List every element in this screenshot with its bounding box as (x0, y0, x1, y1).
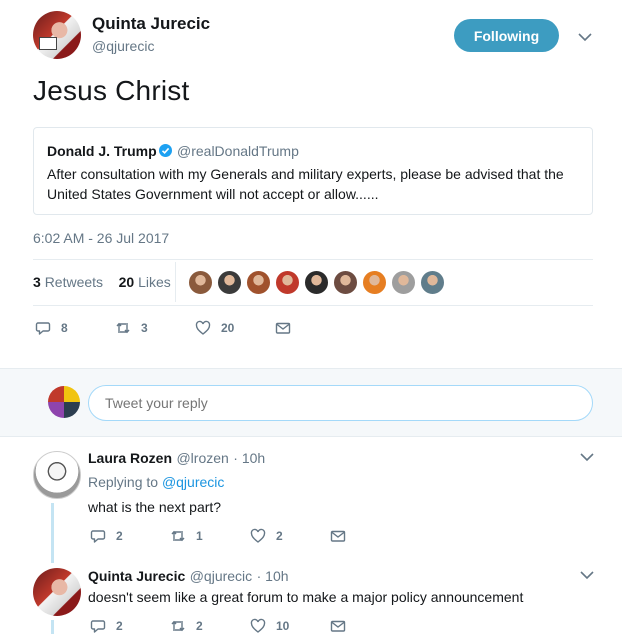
reply-time[interactable]: · 10h (257, 568, 289, 584)
reply-text: what is the next part? (88, 499, 222, 515)
reply-action[interactable]: 8 (35, 320, 68, 336)
reply-author-handle[interactable]: @lrozen (176, 450, 228, 466)
tweet-timestamp[interactable]: 6:02 AM - 26 Jul 2017 (33, 230, 169, 246)
envelope-icon (330, 618, 356, 634)
retweet-stat[interactable]: 3 Retweets (33, 274, 103, 290)
replying-to: Replying to @qjurecic (88, 474, 225, 490)
current-user-avatar (48, 386, 80, 418)
dm-action[interactable] (275, 320, 301, 336)
liker-avatar[interactable] (362, 270, 387, 295)
liker-avatar[interactable] (333, 270, 358, 295)
like-action[interactable]: 2 (250, 528, 283, 544)
reply-composer (0, 368, 622, 437)
envelope-icon (330, 528, 356, 544)
chevron-down-icon[interactable] (580, 452, 594, 462)
thread-line (51, 503, 54, 563)
reply-author-avatar[interactable] (33, 451, 81, 499)
divider (33, 305, 593, 306)
reply-author-avatar[interactable] (33, 568, 81, 616)
stats-divider (175, 262, 176, 302)
replying-to-link[interactable]: @qjurecic (162, 474, 224, 490)
retweet-icon (115, 320, 141, 336)
verified-badge-icon (159, 144, 172, 157)
retweet-action[interactable]: 3 (115, 320, 148, 336)
reply-time[interactable]: · 10h (233, 450, 265, 466)
liker-avatar[interactable] (217, 270, 242, 295)
liker-avatar[interactable] (246, 270, 271, 295)
reply-input[interactable] (88, 385, 593, 421)
like-stat[interactable]: 20 Likes (119, 274, 171, 290)
author-handle[interactable]: @qjurecic (92, 38, 154, 54)
liker-avatar[interactable] (391, 270, 416, 295)
liker-avatar[interactable] (304, 270, 329, 295)
thread-line (51, 620, 54, 634)
reply-text: doesn't seem like a great forum to make … (88, 589, 524, 605)
chevron-down-icon[interactable] (580, 570, 594, 580)
retweet-action[interactable]: 1 (170, 528, 203, 544)
envelope-icon (275, 320, 301, 336)
divider (33, 259, 593, 260)
reply-author-handle[interactable]: @qjurecic (190, 568, 252, 584)
reply-action[interactable]: 2 (90, 618, 123, 634)
following-button[interactable]: Following (454, 19, 559, 52)
heart-icon (250, 618, 276, 634)
liker-avatar[interactable] (188, 270, 213, 295)
like-action[interactable]: 10 (250, 618, 289, 634)
reply-header: Quinta Jurecic @qjurecic · 10h (88, 568, 289, 586)
quote-text: After consultation with my Generals and … (47, 166, 564, 202)
reply-icon (90, 618, 116, 634)
author-name[interactable]: Quinta Jurecic (92, 14, 210, 34)
retweet-icon (170, 528, 196, 544)
reply-author-name[interactable]: Laura Rozen (88, 450, 172, 466)
reply-icon (35, 320, 61, 336)
quote-author-handle: @realDonaldTrump (177, 143, 299, 159)
dm-action[interactable] (330, 528, 356, 544)
tweet-stats: 3 Retweets 20 Likes (33, 274, 171, 290)
reply-icon (90, 528, 116, 544)
retweet-icon (170, 618, 196, 634)
heart-icon (250, 528, 276, 544)
reply-author-name[interactable]: Quinta Jurecic (88, 568, 185, 584)
dm-action[interactable] (330, 618, 356, 634)
reply-header: Laura Rozen @lrozen · 10h (88, 450, 265, 468)
liker-avatar[interactable] (275, 270, 300, 295)
retweet-action[interactable]: 2 (170, 618, 203, 634)
quote-author-name: Donald J. Trump (47, 143, 157, 159)
author-avatar[interactable] (33, 11, 81, 59)
liker-avatar[interactable] (420, 270, 445, 295)
heart-icon (195, 320, 221, 336)
reply-action[interactable]: 2 (90, 528, 123, 544)
quoted-tweet[interactable]: Donald J. Trump @realDonaldTrump After c… (33, 127, 593, 215)
tweet-text: Jesus Christ (33, 75, 190, 106)
chevron-down-icon[interactable] (578, 32, 592, 42)
like-action[interactable]: 20 (195, 320, 234, 336)
